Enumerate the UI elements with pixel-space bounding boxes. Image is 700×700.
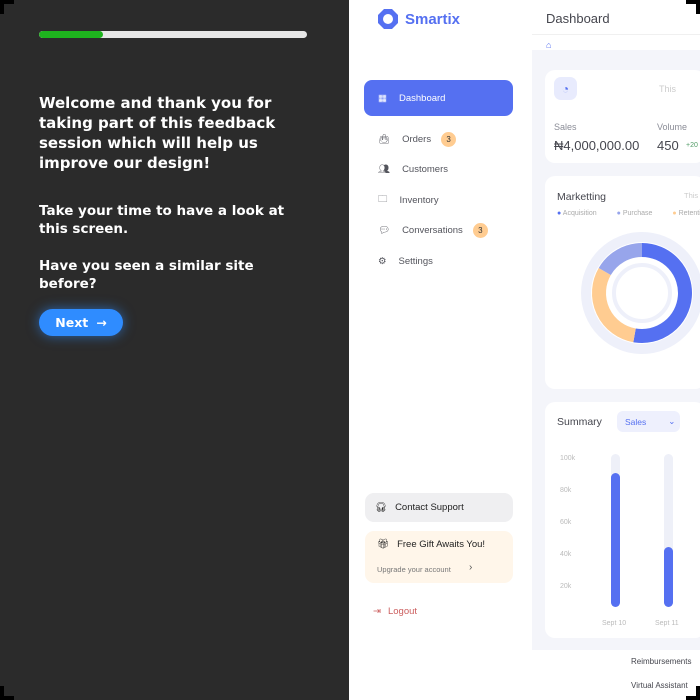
corner-mark bbox=[686, 686, 700, 700]
logo-icon bbox=[378, 9, 398, 29]
welcome-text: Welcome and thank you for taking part of… bbox=[39, 94, 276, 172]
corner-mark bbox=[0, 0, 14, 14]
bar-sept-10 bbox=[611, 472, 620, 607]
y-tick-label: 60k bbox=[560, 519, 572, 526]
conversations-badge: 3 bbox=[472, 222, 488, 238]
donut-segment bbox=[633, 243, 692, 343]
volume-label: Volume bbox=[657, 122, 688, 132]
grid-icon: ▦ bbox=[378, 92, 387, 104]
summary-filter-dropdown[interactable]: Sales ⌄ bbox=[617, 411, 680, 432]
marketing-period[interactable]: This bbox=[684, 191, 698, 200]
home-icon[interactable]: ⌂ bbox=[546, 40, 551, 50]
x-tick-label: Sept 11 bbox=[655, 620, 679, 627]
summary-title: Summary bbox=[557, 416, 602, 428]
logout-label: Logout bbox=[387, 606, 418, 617]
gift-icon: 🎁︎ bbox=[377, 539, 390, 550]
chat-icon: 💬︎ bbox=[378, 224, 391, 236]
folder-icon: 🗀 bbox=[378, 194, 388, 205]
brand-logo: Smartix bbox=[377, 8, 460, 30]
nav-label: Orders bbox=[402, 133, 432, 145]
logout-icon: ⇥ bbox=[373, 606, 381, 617]
donut-segment bbox=[598, 243, 643, 276]
nav-label: Customers bbox=[402, 163, 448, 175]
donut-chart bbox=[581, 232, 700, 354]
arrow-right-icon: → bbox=[96, 315, 107, 330]
gift-title: Free Gift Awaits You! bbox=[397, 539, 486, 550]
next-label: Next bbox=[55, 315, 89, 330]
y-tick-label: 100k bbox=[560, 455, 576, 462]
orders-badge: 3 bbox=[441, 131, 457, 147]
nav-label: Settings bbox=[398, 255, 433, 267]
bar-sept-11 bbox=[664, 547, 673, 607]
reimbursements-link[interactable]: Reimbursements bbox=[631, 657, 691, 666]
sales-label: Sales bbox=[554, 122, 577, 132]
upgrade-link[interactable]: Upgrade your account bbox=[377, 565, 451, 574]
volume-change: +20 bbox=[686, 142, 698, 149]
sales-card: ◔ This Sales ₦4,000,000.00 Volume 450 +2… bbox=[545, 70, 700, 163]
sidebar-item-dashboard[interactable]: ▦ Dashboard bbox=[364, 80, 513, 116]
legend-item: ● Retention bbox=[672, 210, 700, 217]
nav-label: Conversations bbox=[402, 224, 463, 236]
gift-card[interactable]: 🎁︎ Free Gift Awaits You! Upgrade your acc… bbox=[365, 531, 513, 583]
nav-label: Dashboard bbox=[398, 92, 446, 104]
next-button[interactable]: Next → bbox=[39, 309, 123, 336]
page-title: Dashboard bbox=[546, 11, 610, 26]
support-label: Contact Support bbox=[395, 502, 464, 513]
chevron-right-icon: › bbox=[469, 562, 473, 573]
nav-label: Inventory bbox=[399, 194, 439, 206]
y-tick-label: 40k bbox=[560, 551, 572, 558]
marketing-title: Marketting bbox=[557, 191, 607, 203]
chevron-down-icon: ⌄ bbox=[668, 416, 676, 426]
volume-value: 450 bbox=[657, 138, 679, 153]
progress-bar bbox=[39, 31, 307, 38]
contact-support-button[interactable]: 🎧︎ Contact Support bbox=[365, 493, 513, 522]
legend-item: ● Purchase bbox=[616, 210, 653, 217]
logout-button[interactable]: ⇥ Logout bbox=[373, 606, 417, 617]
virtual-assistant-link[interactable]: Virtual Assistant bbox=[631, 681, 688, 690]
pie-chart-icon: ◔ bbox=[554, 77, 577, 100]
instruction-text: Take your time to have a look at this sc… bbox=[39, 203, 285, 237]
bag-icon: 👜︎ bbox=[378, 133, 391, 145]
legend-item: ● Acquisition bbox=[557, 210, 597, 217]
y-tick-label: 80k bbox=[560, 487, 572, 494]
survey-panel: Welcome and thank you for taking part of… bbox=[0, 0, 349, 700]
sales-value: ₦4,000,000.00 bbox=[554, 138, 640, 153]
marketing-card: Marketting This ● Acquisition ● Purchase ●… bbox=[545, 176, 700, 389]
period-select[interactable]: This bbox=[659, 84, 676, 94]
corner-mark bbox=[0, 686, 14, 700]
users-icon: 👥︎ bbox=[378, 163, 391, 175]
headphones-icon: 🎧︎ bbox=[375, 502, 388, 513]
filter-value: Sales bbox=[625, 416, 647, 427]
corner-mark bbox=[686, 0, 700, 14]
brand-name: Smartix bbox=[405, 10, 461, 28]
gear-icon: ⚙ bbox=[378, 255, 387, 267]
y-tick-label: 20k bbox=[560, 583, 572, 590]
x-tick-label: Sept 10 bbox=[602, 620, 627, 627]
sidebar-item-settings[interactable]: ⚙ Settings bbox=[364, 243, 513, 279]
question-text: Have you seen a similar site before? bbox=[39, 258, 254, 292]
